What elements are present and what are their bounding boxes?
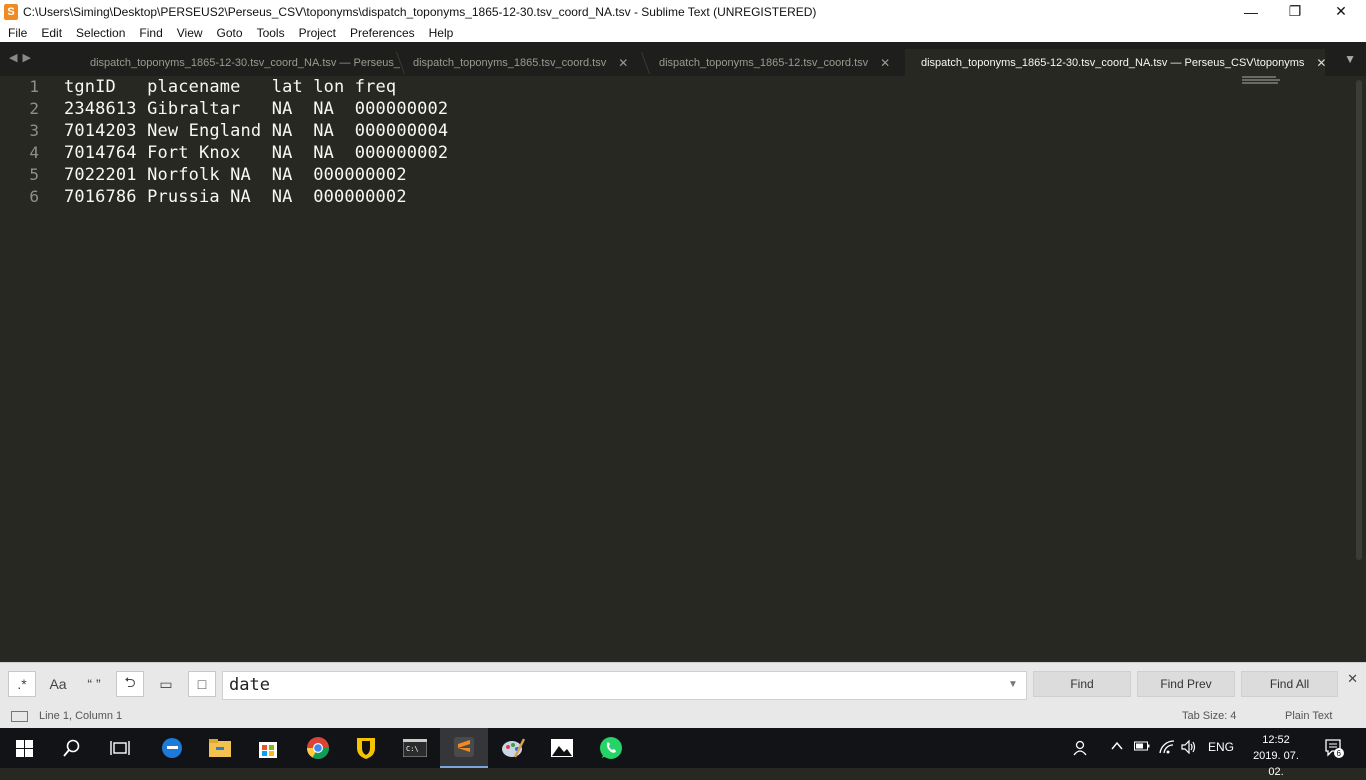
maximize-button[interactable]: ❐	[1272, 0, 1318, 23]
line-number: 6	[29, 187, 39, 206]
highlight-matches-toggle[interactable]: □	[188, 671, 216, 697]
panel-toggle-icon[interactable]	[11, 711, 28, 722]
find-history-dropdown-icon[interactable]: ▼	[1008, 679, 1018, 690]
find-input[interactable]: date	[222, 671, 1027, 700]
tab-size-indicator[interactable]: Tab Size: 4	[1182, 710, 1236, 722]
file-explorer-icon[interactable]	[196, 728, 244, 768]
battery-icon[interactable]	[1134, 740, 1150, 755]
close-window-button[interactable]: ✕	[1318, 0, 1364, 23]
whatsapp-icon[interactable]	[587, 728, 635, 768]
notification-center-icon[interactable]: 6	[1324, 738, 1344, 761]
input-language[interactable]: ENG	[1208, 740, 1234, 754]
tab-label: dispatch_toponyms_1865.tsv_coord.tsv	[413, 56, 607, 69]
svg-text:6: 6	[1337, 749, 1342, 758]
tab-file-4-active[interactable]: dispatch_toponyms_1865-12-30.tsv_coord_N…	[905, 49, 1325, 76]
minimap-line	[1242, 76, 1276, 78]
system-clock[interactable]: 12:52 2019. 07. 02.	[1244, 732, 1308, 780]
code-line[interactable]: 7022201 Norfolk NA NA 000000002	[64, 164, 448, 186]
code-line[interactable]: 7014764 Fort Knox NA NA 000000002	[64, 142, 448, 164]
tab-close-icon[interactable]: ✕	[1316, 56, 1325, 70]
tab-label: dispatch_toponyms_1865-12-30.tsv_coord_N…	[921, 56, 1305, 69]
title-bar: S C:\Users\Siming\Desktop\PERSEUS2\Perse…	[0, 0, 1366, 23]
find-panel: .* Aa “ ” ⮌ ▭ □ date ▼ Find Find Prev Fi…	[0, 662, 1366, 704]
line-number: 5	[29, 165, 39, 184]
whole-word-toggle[interactable]: “ ”	[80, 671, 108, 697]
syntax-indicator[interactable]: Plain Text	[1285, 710, 1333, 722]
regex-toggle[interactable]: .*	[8, 671, 36, 697]
menu-preferences[interactable]: Preferences	[343, 26, 422, 40]
windows-start-icon[interactable]	[0, 728, 48, 768]
people-icon[interactable]	[1073, 740, 1089, 759]
show-hidden-icons-icon[interactable]	[1111, 740, 1123, 755]
menu-help[interactable]: Help	[422, 26, 461, 40]
find-prev-button[interactable]: Find Prev	[1137, 671, 1235, 697]
windows-taskbar: C:\ ENG 12:52 2019. 07. 02. 6	[0, 728, 1366, 778]
tab-list-dropdown-icon[interactable]: ▼	[1344, 52, 1356, 66]
tab-file-2[interactable]: dispatch_toponyms_1865.tsv_coord.tsv ✕	[413, 49, 638, 76]
find-button[interactable]: Find	[1033, 671, 1131, 697]
menu-goto[interactable]: Goto	[210, 26, 250, 40]
minimap-line	[1242, 79, 1280, 81]
case-sensitive-toggle[interactable]: Aa	[44, 671, 72, 697]
clock-time: 12:52	[1262, 734, 1290, 746]
wrap-toggle[interactable]: ⮌	[116, 671, 144, 697]
code-line[interactable]: 7014203 New England NA NA 000000004	[64, 120, 448, 142]
menu-edit[interactable]: Edit	[34, 26, 69, 40]
chrome-icon[interactable]	[294, 728, 342, 768]
menu-bar: File Edit Selection Find View Goto Tools…	[0, 23, 1366, 42]
clock-date: 2019. 07. 02.	[1253, 750, 1299, 778]
wifi-icon[interactable]	[1159, 740, 1175, 757]
paint-icon[interactable]	[489, 728, 537, 768]
tab-divider	[640, 52, 651, 74]
edge-icon[interactable]	[148, 728, 196, 768]
menu-project[interactable]: Project	[292, 26, 343, 40]
tab-close-icon[interactable]: ✕	[880, 56, 889, 70]
tab-label: dispatch_toponyms_1865-12.tsv_coord.tsv	[659, 56, 869, 69]
security-shield-icon[interactable]	[342, 728, 390, 768]
search-icon[interactable]	[48, 728, 96, 768]
code-line[interactable]: tgnID placename lat lon freq	[64, 76, 448, 98]
tab-nav-arrows-icon[interactable]: ◀ ▶	[9, 51, 32, 64]
minimap[interactable]	[1242, 76, 1282, 90]
code-text[interactable]: tgnID placename lat lon freq 2348613 Gib…	[64, 76, 448, 208]
terminal-icon[interactable]: C:\	[391, 728, 439, 768]
in-selection-toggle[interactable]: ▭	[152, 671, 180, 697]
line-number: 4	[29, 143, 39, 162]
store-icon[interactable]	[244, 728, 292, 768]
code-line[interactable]: 2348613 Gibraltar NA NA 000000002	[64, 98, 448, 120]
svg-text:C:\: C:\	[406, 745, 419, 753]
line-number: 3	[29, 121, 39, 140]
line-number: 2	[29, 99, 39, 118]
tab-file-1[interactable]: dispatch_toponyms_1865-12-30.tsv_coord_N…	[90, 49, 400, 76]
menu-file[interactable]: File	[0, 26, 34, 40]
menu-selection[interactable]: Selection	[69, 26, 132, 40]
window-title: C:\Users\Siming\Desktop\PERSEUS2\Perseus…	[23, 4, 817, 19]
status-bar: Line 1, Column 1 Tab Size: 4 Plain Text	[0, 704, 1366, 728]
find-all-button[interactable]: Find All	[1241, 671, 1338, 697]
menu-find[interactable]: Find	[132, 26, 169, 40]
close-find-panel-icon[interactable]: ✕	[1347, 671, 1358, 687]
cursor-position: Line 1, Column 1	[39, 710, 123, 722]
minimap-line	[1242, 82, 1278, 84]
menu-view[interactable]: View	[170, 26, 210, 40]
minimize-button[interactable]: —	[1228, 0, 1274, 23]
tab-close-icon[interactable]: ✕	[618, 56, 628, 70]
editor-area[interactable]: 1 2 3 4 5 6 tgnID placename lat lon freq…	[0, 76, 1366, 662]
sublime-text-taskbar-icon[interactable]	[440, 728, 488, 768]
sublime-icon: S	[4, 3, 18, 20]
menu-tools[interactable]: Tools	[250, 26, 292, 40]
tab-label: dispatch_toponyms_1865-12-30.tsv_coord_N…	[90, 56, 400, 69]
line-number: 1	[29, 77, 39, 96]
vertical-scrollbar[interactable]	[1356, 80, 1362, 560]
tab-bar: ◀ ▶ dispatch_toponyms_1865-12-30.tsv_coo…	[0, 42, 1366, 76]
volume-icon[interactable]	[1181, 739, 1197, 757]
task-view-icon[interactable]	[96, 728, 144, 768]
line-number-gutter: 1 2 3 4 5 6	[0, 76, 56, 208]
code-line[interactable]: 7016786 Prussia NA NA 000000002	[64, 186, 448, 208]
photos-icon[interactable]	[538, 728, 586, 768]
tab-file-3[interactable]: dispatch_toponyms_1865-12.tsv_coord.tsv …	[659, 49, 889, 76]
